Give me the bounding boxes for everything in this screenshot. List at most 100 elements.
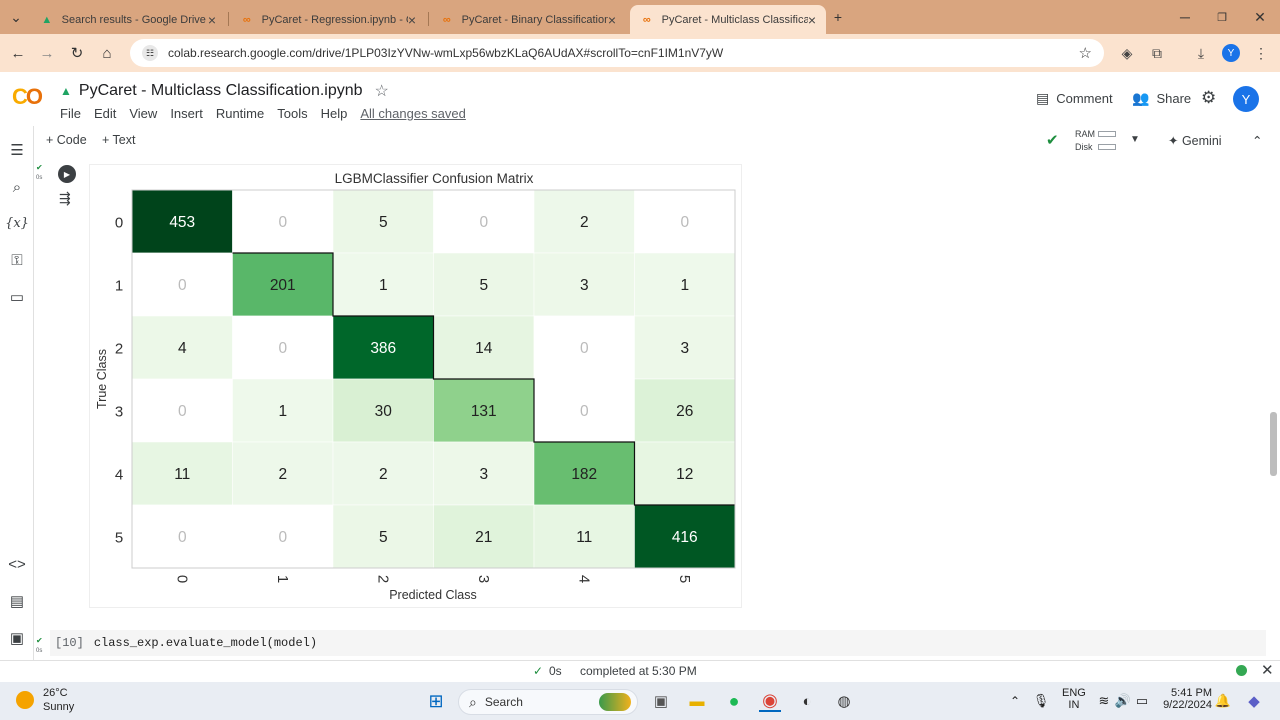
menu-tools[interactable]: Tools	[277, 106, 307, 121]
close-icon[interactable]: ×	[808, 12, 816, 28]
file-explorer-icon[interactable]: ▬	[686, 690, 708, 712]
matrix-cell-value: 0	[278, 529, 287, 546]
matrix-cell-value: 0	[178, 403, 187, 420]
menu-runtime[interactable]: Runtime	[216, 106, 264, 121]
y-tick-label: 5	[115, 530, 123, 547]
search-icon[interactable]: ⌕	[7, 177, 27, 197]
window-close-icon[interactable]: ✕	[1250, 8, 1270, 26]
notifications-bell-icon[interactable]: 🔔	[1212, 690, 1234, 712]
windows-start-icon[interactable]: ⊞	[425, 690, 447, 712]
toc-icon[interactable]: ☰	[7, 140, 27, 160]
weather-temp[interactable]: 26°C	[43, 687, 68, 699]
share-button[interactable]: 👥 Share	[1132, 90, 1191, 107]
matrix-cell-value: 0	[479, 214, 488, 231]
code-text[interactable]: class_exp.evaluate_model(model)	[94, 636, 317, 650]
run-cell-button[interactable]: ▶	[58, 165, 76, 183]
site-info-icon[interactable]: ☷	[142, 45, 158, 61]
user-avatar[interactable]: Y	[1233, 86, 1259, 112]
matrix-cell-value: 3	[680, 340, 689, 357]
app-icon-2[interactable]: ◍	[833, 690, 855, 712]
extensions-puzzle-icon[interactable]: ⧉	[1147, 43, 1167, 63]
secrets-key-icon[interactable]: ⚿	[7, 250, 27, 270]
ram-meter	[1098, 131, 1116, 137]
language-indicator[interactable]: ENG IN	[1062, 687, 1086, 711]
tab-regression[interactable]: ∞ PyCaret - Regression.ipynb - Co ×	[230, 5, 426, 34]
matrix-cell-value: 1	[680, 277, 689, 294]
tab-title: PyCaret - Binary Classification.ip	[461, 13, 608, 26]
tab-binary-classification[interactable]: ∞ PyCaret - Binary Classification.ip ×	[430, 5, 626, 34]
profile-avatar[interactable]: Y	[1221, 43, 1241, 63]
close-icon[interactable]: ×	[408, 12, 416, 28]
restore-icon[interactable]: ❐	[1212, 8, 1232, 26]
scrollbar-thumb[interactable]	[1270, 412, 1277, 476]
gemini-label: Gemini	[1181, 134, 1222, 148]
left-sidebar: ☰ ⌕ {x} ⚿ ▭ <> ▤ ▣	[0, 126, 34, 660]
reload-icon[interactable]: ↻	[67, 43, 87, 63]
comment-button[interactable]: ▤ Comment	[1036, 90, 1113, 107]
new-tab-icon[interactable]: +	[828, 8, 848, 26]
matrix-cell-value: 1	[278, 403, 287, 420]
collapse-chevron-icon[interactable]: ⌃	[1252, 133, 1262, 148]
battery-icon[interactable]: ▭	[1131, 690, 1153, 712]
colab-logo[interactable]: CO	[12, 84, 43, 110]
files-folder-icon[interactable]: ▭	[7, 287, 27, 307]
variables-icon[interactable]: {x}	[5, 213, 29, 233]
menu-bar: File Edit View Insert Runtime Tools Help…	[60, 106, 466, 121]
tab-search-icon[interactable]: ⌄	[6, 8, 26, 26]
back-icon[interactable]: ←	[8, 43, 28, 63]
status-completed-text[interactable]: completed at 5:30 PM	[580, 664, 697, 678]
add-text-button[interactable]: + Text	[102, 133, 135, 147]
code-cell[interactable]: [10] class_exp.evaluate_model(model)	[50, 630, 1266, 656]
code-snippets-icon[interactable]: <>	[7, 554, 27, 574]
add-code-button[interactable]: + Code	[46, 133, 87, 147]
resource-monitor[interactable]: RAM Disk	[1075, 128, 1095, 154]
close-icon[interactable]: ×	[208, 12, 216, 28]
matrix-cell-value: 3	[580, 277, 589, 294]
forward-icon[interactable]: →	[37, 43, 57, 63]
extension-shield-icon[interactable]: ◈	[1117, 43, 1137, 63]
bookmark-star-icon[interactable]: ☆	[1079, 44, 1092, 62]
taskbar-search[interactable]: ⌕ Search	[458, 689, 638, 715]
url-input[interactable]: ☷ colab.research.google.com/drive/1PLP03…	[130, 39, 1104, 67]
tab-multiclass-classification[interactable]: ∞ PyCaret - Multiclass Classificatio ×	[630, 5, 826, 34]
matrix-cell-value: 386	[370, 340, 396, 357]
star-icon[interactable]: ☆	[375, 81, 389, 101]
spotify-icon[interactable]: ●	[723, 690, 745, 712]
menu-file[interactable]: File	[60, 106, 81, 121]
y-tick-label: 0	[115, 215, 123, 232]
matrix-cell-value: 2	[379, 466, 388, 483]
terminal-icon[interactable]: ▣	[7, 628, 27, 648]
menu-insert[interactable]: Insert	[170, 106, 203, 121]
close-icon[interactable]: ×	[608, 12, 616, 28]
x-tick-label: 0	[173, 575, 190, 583]
tab-google-drive[interactable]: ▲ Search results - Google Drive ×	[30, 5, 226, 34]
exec-count: [10]	[55, 636, 84, 650]
notebook-title[interactable]: PyCaret - Multiclass Classification.ipyn…	[79, 82, 363, 100]
weather-sun-icon[interactable]	[16, 691, 34, 709]
app-icon[interactable]: ◐	[796, 690, 818, 712]
browser-menu-icon[interactable]: ⋮	[1251, 43, 1271, 63]
task-view-icon[interactable]: ▣	[650, 690, 672, 712]
command-palette-icon[interactable]: ▤	[7, 591, 27, 611]
microphone-icon[interactable]: 🎙	[1030, 690, 1052, 712]
minimize-icon[interactable]: ─	[1175, 8, 1195, 26]
tray-overflow-icon[interactable]: ⌃	[1004, 690, 1026, 712]
chrome-icon[interactable]: ◉	[759, 690, 781, 712]
output-menu-icon[interactable]: ⇶	[59, 190, 71, 207]
menu-edit[interactable]: Edit	[94, 106, 116, 121]
menu-view[interactable]: View	[129, 106, 157, 121]
x-tick-label: 3	[475, 575, 492, 583]
gemini-button[interactable]: ✦ Gemini	[1168, 133, 1222, 148]
status-close-icon[interactable]: ✕	[1261, 661, 1274, 679]
y-tick-label: 2	[115, 341, 123, 358]
clock[interactable]: 5:41 PM 9/22/2024	[1160, 687, 1212, 711]
matrix-cell-value: 5	[379, 214, 388, 231]
copilot-icon[interactable]: ◆	[1243, 690, 1265, 712]
runtime-dropdown-icon[interactable]: ▼	[1130, 134, 1140, 145]
weather-desc[interactable]: Sunny	[43, 701, 74, 713]
settings-gear-icon[interactable]: ⚙	[1201, 88, 1216, 108]
menu-help[interactable]: Help	[321, 106, 348, 121]
save-status[interactable]: All changes saved	[360, 106, 466, 121]
download-icon[interactable]: ⤓	[1191, 43, 1211, 63]
home-icon[interactable]: ⌂	[97, 43, 117, 63]
